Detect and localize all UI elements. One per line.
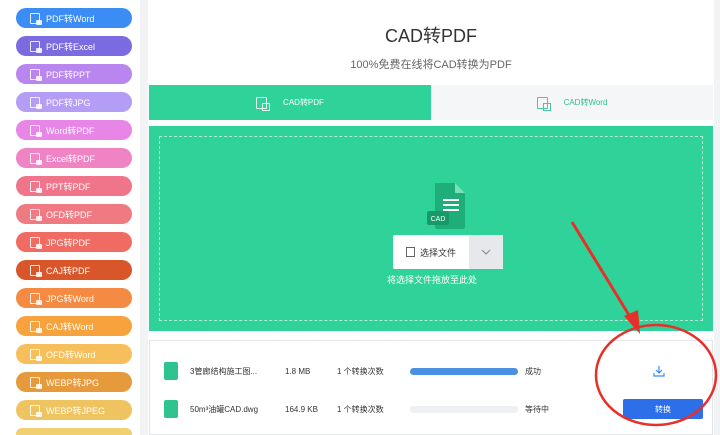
download-icon[interactable] [653, 365, 665, 377]
file-size: 1.8 MB [285, 366, 311, 376]
sidebar-item-label: PDF转JPG [46, 97, 91, 108]
sidebar-item-pdf-to-excel[interactable]: PDF转Excel [16, 36, 132, 56]
sidebar-item-label: PDF转Excel [46, 41, 96, 52]
sidebar-item-label: CAJ转Word [46, 321, 94, 332]
drop-hint: 将选择文件拖放至此处 [386, 275, 477, 285]
sidebar-item-label: JPG转Word [46, 293, 94, 304]
file-name: 3管廊结构施工图... [190, 366, 258, 376]
sidebar-item-pdf-to-ppt[interactable]: PDF转PPT [16, 64, 132, 84]
sidebar: PDF转Word PDF转Excel PDF转PPT PDF转JPG Word转… [0, 0, 140, 435]
sidebar-item-label: PDF转Word [46, 13, 95, 24]
file-convert-icon [30, 12, 42, 25]
file-convert-icon [30, 320, 42, 333]
sidebar-item-webp-to-jpeg[interactable]: WEBP转JPEG [16, 400, 132, 420]
drop-zone[interactable]: CAD 选择文件 将选择文件拖放至此处 [159, 136, 703, 321]
select-file-button[interactable]: 选择文件 [393, 235, 503, 269]
file-convert-icon [30, 236, 42, 249]
sidebar-item-label: WEBP转JPEG [46, 405, 106, 416]
sidebar-item-jpg-to-pdf[interactable]: JPG转PDF [16, 232, 132, 252]
file-convert-icon [30, 180, 42, 193]
chevron-down-icon[interactable] [469, 235, 503, 269]
conversion-count: 1 个转换次数 [337, 404, 384, 414]
cad-icon-label: CAD [431, 216, 446, 223]
convert-button[interactable]: 转换 [623, 399, 703, 419]
sidebar-item-label: PDF转PPT [46, 69, 91, 80]
select-file-main[interactable]: 选择文件 [393, 235, 469, 269]
sidebar-item-ofd-to-word[interactable]: OFD转Word [16, 344, 132, 364]
page-title: CAD转PDF [384, 26, 477, 46]
sidebar-item-label: OFD转Word [46, 349, 96, 360]
file-row: 50m³油罐CAD.dwg 164.9 KB 1 个转换次数 等待中 转换 [150, 394, 712, 424]
sidebar-item-jpg-to-word[interactable]: JPG转Word [16, 288, 132, 308]
file-convert-icon [30, 96, 42, 109]
sidebar-item-label: JPG转PDF [46, 237, 91, 248]
sidebar-item-label: Word转PDF [46, 125, 95, 136]
file-convert-icon [30, 152, 42, 165]
file-convert-icon [30, 40, 42, 53]
tab-cad-to-word[interactable]: CAD转Word [431, 85, 713, 120]
page-subtitle: 100%免费在线将CAD转换为PDF [350, 59, 512, 71]
tab-bar: CAD转PDF CAD转Word [149, 85, 713, 120]
sidebar-item-label: OFD转PDF [46, 209, 92, 220]
sidebar-item-label: Excel转PDF [46, 153, 96, 164]
file-convert-icon [30, 292, 42, 305]
file-convert-icon [30, 208, 42, 221]
conversion-count: 1 个转换次数 [337, 366, 384, 376]
progress-bar [410, 405, 518, 413]
convert-icon [256, 96, 271, 111]
progress-bar [410, 367, 518, 375]
file-convert-icon [30, 264, 42, 277]
sidebar-item-webp-to-jpg[interactable]: WEBP转JPG [16, 372, 132, 392]
sidebar-item-ofd-to-pdf[interactable]: OFD转PDF [16, 204, 132, 224]
sidebar-item-pdf-to-word[interactable]: PDF转Word [16, 8, 132, 28]
tab-cad-to-pdf[interactable]: CAD转PDF [149, 85, 431, 120]
sidebar-item-partial[interactable] [16, 428, 132, 435]
file-list: 3管廊结构施工图... 1.8 MB 1 个转换次数 成功 50m³油罐CAD.… [149, 340, 713, 435]
cad-file-icon: CAD [427, 183, 465, 229]
file-convert-icon [30, 68, 42, 81]
file-icon [405, 247, 415, 257]
file-convert-icon [30, 124, 42, 137]
file-convert-icon [30, 348, 42, 361]
sidebar-item-excel-to-pdf[interactable]: Excel转PDF [16, 148, 132, 168]
sidebar-item-caj-to-pdf[interactable]: CAJ转PDF [16, 260, 132, 280]
sidebar-item-label: PPT转PDF [46, 181, 91, 192]
file-status: 成功 [525, 366, 541, 376]
tab-label: CAD转Word [563, 98, 608, 107]
file-status: 等待中 [525, 404, 549, 414]
file-icon [164, 400, 178, 418]
file-size: 164.9 KB [285, 404, 318, 414]
file-convert-icon [30, 376, 42, 389]
file-icon [164, 362, 178, 380]
upload-area[interactable]: CAD 选择文件 将选择文件拖放至此处 [149, 126, 713, 331]
select-file-label: 选择文件 [419, 247, 456, 258]
sidebar-item-label: CAJ转PDF [46, 265, 91, 276]
sidebar-item-pdf-to-jpg[interactable]: PDF转JPG [16, 92, 132, 112]
convert-icon [536, 96, 551, 111]
main-panel: CAD转PDF 100%免费在线将CAD转换为PDF CAD转PDF CAD转W… [148, 0, 714, 435]
sidebar-item-ppt-to-pdf[interactable]: PPT转PDF [16, 176, 132, 196]
page: PDF转Word PDF转Excel PDF转PPT PDF转JPG Word转… [0, 0, 720, 435]
file-row: 3管廊结构施工图... 1.8 MB 1 个转换次数 成功 [150, 356, 712, 386]
sidebar-item-word-to-pdf[interactable]: Word转PDF [16, 120, 132, 140]
sidebar-item-label: WEBP转JPG [46, 377, 100, 388]
file-convert-icon [30, 404, 42, 417]
file-name: 50m³油罐CAD.dwg [190, 404, 259, 414]
progress-fill [410, 367, 518, 375]
sidebar-item-caj-to-word[interactable]: CAJ转Word [16, 316, 132, 336]
tab-label: CAD转PDF [283, 98, 324, 107]
